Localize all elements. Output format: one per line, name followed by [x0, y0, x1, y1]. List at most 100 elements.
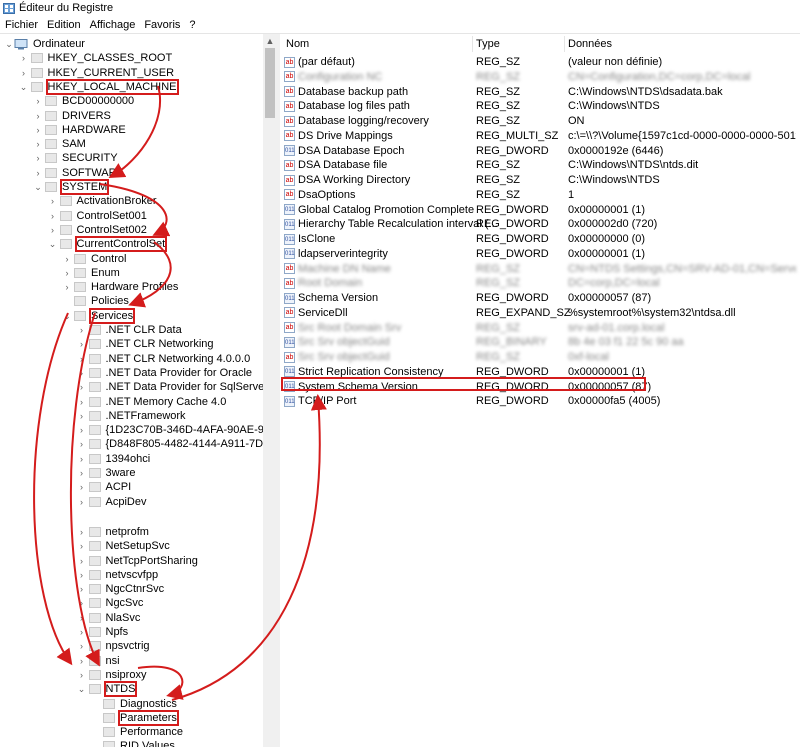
chevron-down-icon[interactable]: ⌄	[4, 37, 14, 51]
value-row[interactable]: ab DsaOptions REG_SZ 1	[280, 188, 800, 202]
tree-node[interactable]: › ActivationBroker	[48, 194, 158, 208]
chevron-right-icon[interactable]: ›	[33, 137, 43, 151]
tree-node[interactable]: › DRIVERS	[33, 109, 112, 123]
value-row[interactable]: 011 Src Srv objectGuid REG_BINARY 8b 4e 03 …	[280, 335, 800, 349]
tree-node[interactable]: › 3ware	[77, 466, 137, 480]
column-divider[interactable]	[564, 36, 565, 52]
value-row[interactable]: ab DS Drive Mappings REG_MULTI_SZ c:\=\\?\V…	[280, 129, 800, 143]
value-row[interactable]: ab ServiceDll REG_EXPAND_SZ %systemroot%\sy…	[280, 306, 800, 320]
scroll-up-icon[interactable]: ▲	[263, 34, 277, 48]
chevron-right-icon[interactable]: ›	[77, 380, 87, 394]
chevron-down-icon[interactable]: ⌄	[62, 309, 72, 323]
chevron-right-icon[interactable]: ›	[77, 423, 87, 437]
tree-node[interactable]: › SOFTWARE	[33, 166, 125, 180]
value-row[interactable]: ab (par défaut) REG_SZ (valeur non définie)	[280, 55, 800, 69]
tree-node[interactable]: ⌄ CurrentControlSet	[48, 236, 168, 253]
tree-node[interactable]: Parameters	[91, 709, 179, 726]
tree-node[interactable]: › Hardware Profiles	[62, 280, 179, 294]
menu-edition[interactable]: Edition	[47, 19, 81, 31]
tree-node[interactable]: RID Values	[91, 739, 176, 747]
chevron-right-icon[interactable]: ›	[77, 668, 87, 682]
tree-node[interactable]: › NlaSvc	[77, 611, 142, 625]
chevron-right-icon[interactable]: ›	[77, 639, 87, 653]
chevron-down-icon[interactable]: ⌄	[33, 180, 43, 194]
chevron-right-icon[interactable]: ›	[77, 366, 87, 380]
tree-node[interactable]: › 1394ohci	[77, 452, 152, 466]
chevron-right-icon[interactable]: ›	[33, 151, 43, 165]
chevron-right-icon[interactable]: ›	[77, 582, 87, 596]
tree-node[interactable]: › ACPI	[77, 480, 133, 494]
column-divider[interactable]	[472, 36, 473, 52]
tree-node[interactable]: ⌄ Services	[62, 307, 136, 324]
chevron-right-icon[interactable]: ›	[33, 94, 43, 108]
value-row[interactable]: 011 Global Catalog Promotion Complete REG_…	[280, 203, 800, 217]
tree-node[interactable]: › Enum	[62, 266, 121, 280]
value-row[interactable]: 011 Hierarchy Table Recalculation interva…	[280, 217, 800, 231]
value-row[interactable]: 011 Schema Version REG_DWORD 0x00000057 (87…	[280, 291, 800, 305]
registry-tree[interactable]: ⌄ Ordinateur › HKEY_CLASSES_ROOT › HKEY_CURRE…	[0, 34, 263, 747]
chevron-down-icon[interactable]: ⌄	[48, 237, 58, 251]
scroll-thumb[interactable]	[265, 48, 275, 118]
tree-node[interactable]: › BCD00000000	[33, 94, 135, 108]
tree-node[interactable]: › {D848F805-4482-4144-A911-7D0CAB2	[77, 437, 263, 451]
chevron-right-icon[interactable]: ›	[77, 452, 87, 466]
value-row[interactable]: ab Src Root Domain Srv REG_SZ srv-ad-01.cor…	[280, 321, 800, 335]
tree-node[interactable]: › NetSetupSvc	[77, 539, 171, 553]
menu-favoris[interactable]: Favoris	[144, 19, 180, 31]
chevron-right-icon[interactable]: ›	[48, 223, 58, 237]
value-row[interactable]: ab DSA Database file REG_SZ C:\Windows\NTDS…	[280, 158, 800, 172]
tree-scrollbar[interactable]: ▲	[263, 34, 277, 747]
tree-node[interactable]: Diagnostics	[91, 697, 178, 711]
tree-node[interactable]: ⌄ Ordinateur	[4, 37, 86, 51]
tree-node[interactable]: › ControlSet001	[48, 209, 148, 223]
tree-node[interactable]: › HKEY_CLASSES_ROOT	[19, 51, 174, 65]
tree-node[interactable]: › Npfs	[77, 625, 130, 639]
tree-node[interactable]: › .NET Data Provider for SqlServer	[77, 380, 263, 394]
value-row[interactable]: ab DSA Working Directory REG_SZ C:\Windows\…	[280, 173, 800, 187]
menu-fichier[interactable]: Fichier	[5, 19, 38, 31]
tree-node[interactable]: › ControlSet002	[48, 223, 148, 237]
chevron-right-icon[interactable]: ›	[77, 466, 87, 480]
tree-node[interactable]: › .NET CLR Data	[77, 323, 183, 337]
chevron-down-icon[interactable]: ⌄	[77, 682, 87, 696]
chevron-right-icon[interactable]: ›	[48, 194, 58, 208]
chevron-right-icon[interactable]: ›	[77, 568, 87, 582]
value-row[interactable]: 011 DSA Database Epoch REG_DWORD 0x0000192e…	[280, 144, 800, 158]
tree-node[interactable]: › HKEY_CURRENT_USER	[19, 66, 176, 80]
column-header-type[interactable]: Type	[476, 37, 500, 51]
menu-help[interactable]: ?	[189, 19, 195, 31]
tree-node[interactable]: › SAM	[33, 137, 87, 151]
tree-node[interactable]: › .NET Data Provider for Oracle	[77, 366, 254, 380]
tree-node[interactable]: › netprofm	[77, 525, 150, 539]
tree-node[interactable]: › NgcSvc	[77, 596, 145, 610]
chevron-right-icon[interactable]: ›	[77, 480, 87, 494]
chevron-right-icon[interactable]: ›	[77, 539, 87, 553]
tree-node[interactable]: › Control	[62, 252, 127, 266]
tree-node[interactable]: › AcpiDev	[77, 495, 148, 509]
chevron-right-icon[interactable]: ›	[77, 352, 87, 366]
value-row[interactable]: ab Database log files path REG_SZ C:\Window…	[280, 99, 800, 113]
tree-node[interactable]: Performance	[91, 725, 184, 739]
chevron-right-icon[interactable]: ›	[62, 266, 72, 280]
tree-node[interactable]: › .NET Memory Cache 4.0	[77, 395, 228, 409]
chevron-right-icon[interactable]: ›	[77, 323, 87, 337]
column-header-data[interactable]: Données	[568, 37, 612, 51]
value-row[interactable]: 011 ldapserverintegrity REG_DWORD 0x0000000…	[280, 247, 800, 261]
value-row[interactable]: ab Database backup path REG_SZ C:\Windows\N…	[280, 85, 800, 99]
chevron-right-icon[interactable]: ›	[77, 596, 87, 610]
tree-node[interactable]: › .NET CLR Networking 4.0.0.0	[77, 352, 252, 366]
tree-node[interactable]: › npsvctrig	[77, 639, 151, 653]
chevron-right-icon[interactable]: ›	[62, 252, 72, 266]
value-row[interactable]: ab Configuration NC REG_SZ CN=Configuration…	[280, 70, 800, 84]
chevron-down-icon[interactable]: ⌄	[19, 80, 29, 94]
tree-node[interactable]: › NgcCtnrSvc	[77, 582, 166, 596]
tree-node[interactable]: › .NET CLR Networking	[77, 337, 215, 351]
chevron-right-icon[interactable]: ›	[77, 625, 87, 639]
value-row[interactable]: 011 TCP/IP Port REG_DWORD 0x00000fa5 (4005)	[280, 394, 800, 408]
value-row[interactable]: ab Root Domain REG_SZ DC=corp,DC=local	[280, 276, 800, 290]
menu-affichage[interactable]: Affichage	[90, 19, 136, 31]
chevron-right-icon[interactable]: ›	[19, 51, 29, 65]
tree-node[interactable]: › SECURITY	[33, 151, 119, 165]
chevron-right-icon[interactable]: ›	[77, 654, 87, 668]
chevron-right-icon[interactable]: ›	[77, 409, 87, 423]
